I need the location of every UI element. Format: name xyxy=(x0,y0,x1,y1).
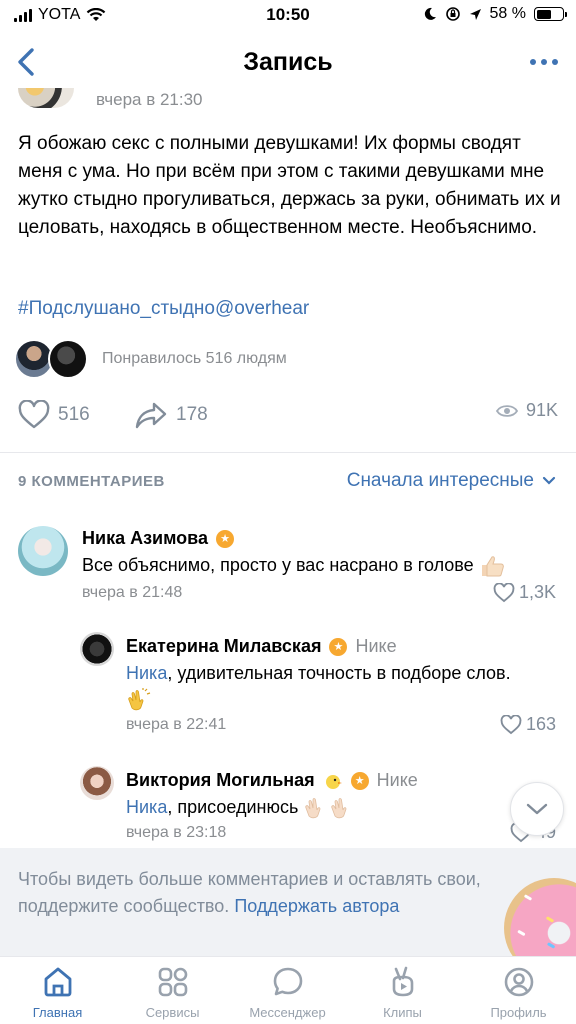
comment-text: Ника, присоединюсь xyxy=(126,794,516,820)
comments-sort-dropdown[interactable]: Сначала интересные xyxy=(347,470,556,492)
like-count: 516 xyxy=(58,404,90,425)
commenter-name[interactable]: Ника Азимова xyxy=(82,528,235,549)
support-author-link[interactable]: Поддержать автора xyxy=(234,896,399,916)
profile-icon xyxy=(504,967,533,997)
commenter-avatar[interactable] xyxy=(80,632,114,666)
post-date: вчера в 21:30 xyxy=(96,90,203,109)
support-banner: Чтобы видеть больше комментариев и остав… xyxy=(0,848,576,956)
commenter-name[interactable]: Виктория Могильная Нике xyxy=(126,770,418,791)
comment-date: вчера в 23:18 xyxy=(126,824,227,841)
reply-to-label[interactable]: Нике xyxy=(355,636,396,657)
donor-star-icon xyxy=(350,771,369,790)
commenter-name-text: Екатерина Милавская xyxy=(126,636,322,656)
scroll-down-button[interactable] xyxy=(510,782,564,836)
tab-clips[interactable]: Клипы xyxy=(345,965,460,1020)
share-count: 178 xyxy=(176,404,208,425)
chick-emoji-icon xyxy=(325,774,342,789)
views-count: 91K xyxy=(525,400,558,420)
liker-avatar xyxy=(48,339,88,379)
post-text: Я обожаю секс с полными девушками! Их фо… xyxy=(18,133,561,238)
chevron-down-icon xyxy=(526,803,548,815)
location-icon xyxy=(469,8,481,20)
comment-reply-item: Екатерина Милавская Нике Ника, удивитель… xyxy=(0,628,576,748)
clapping-hands-emoji-icon xyxy=(305,798,347,819)
liked-by-text: Понравилось 516 людям xyxy=(102,350,287,367)
tab-label: Главная xyxy=(32,1005,83,1020)
comment-like-button[interactable]: 1,3K xyxy=(493,582,556,603)
battery-icon xyxy=(534,7,567,21)
eye-icon xyxy=(495,404,518,417)
status-bar: YOTA 10:50 58 % xyxy=(0,0,576,30)
hashtag-link[interactable]: #Подслушано_стыдно@overhear xyxy=(18,298,309,319)
tab-messenger[interactable]: Мессенджер xyxy=(230,965,345,1020)
post-hashtag: #Подслушано_стыдно@overhear xyxy=(18,298,309,320)
donor-star-icon xyxy=(216,529,235,548)
reply-to-label[interactable]: Нике xyxy=(377,770,418,791)
chevron-down-icon xyxy=(542,476,556,485)
comment-like-count: 1,3K xyxy=(518,582,556,602)
commenter-avatar[interactable] xyxy=(18,526,68,576)
heart-icon xyxy=(18,400,50,429)
comment-text-content: , удивительная точность в подборе слов. xyxy=(167,663,511,683)
more-options-icon[interactable] xyxy=(528,54,560,70)
comment-text-content: Все объяснимо, просто у вас насрано в го… xyxy=(82,555,474,575)
clips-icon xyxy=(392,966,413,997)
tab-profile[interactable]: Профиль xyxy=(461,965,576,1020)
navbar: Запись xyxy=(0,30,576,94)
rotation-lock-icon xyxy=(445,7,460,21)
comment-like-count: 163 xyxy=(525,714,556,734)
home-icon xyxy=(44,967,71,997)
post-author-row: вчера в 21:30 xyxy=(18,88,318,112)
donut-illustration-icon xyxy=(504,878,576,956)
comment-date: вчера в 22:41 xyxy=(126,716,227,733)
battery-percent: 58 % xyxy=(489,5,526,22)
comments-header: 9 КОММЕНТАРИЕВ Сначала интересные xyxy=(0,468,576,496)
comment-item: Ника Азимова Все объяснимо, просто у вас… xyxy=(0,520,576,610)
like-button[interactable]: 516 xyxy=(18,400,90,430)
services-icon xyxy=(158,967,187,997)
tab-services[interactable]: Сервисы xyxy=(115,965,230,1020)
mention-link[interactable]: Ника xyxy=(126,797,167,817)
tab-label: Сервисы xyxy=(145,1005,200,1020)
commenter-name-text: Виктория Могильная xyxy=(126,770,315,790)
commenter-avatar[interactable] xyxy=(80,766,114,800)
tab-bar: Главная Сервисы Мессенджер Клипы Профиль xyxy=(0,956,576,1024)
comment-text-content: , присоединюсь xyxy=(167,797,299,817)
share-icon xyxy=(135,402,167,429)
page-title: Запись xyxy=(243,48,333,76)
comment-text: Все объяснимо, просто у вас насрано в го… xyxy=(82,552,562,578)
comment-text: Ника, удивительная точность в подборе сл… xyxy=(126,660,516,712)
status-right: 58 % xyxy=(423,5,567,23)
tab-label: Мессенджер xyxy=(249,1005,326,1020)
views-counter: 91K xyxy=(495,400,558,421)
comment-like-button[interactable]: 163 xyxy=(500,714,556,735)
battery-fill xyxy=(536,9,551,19)
commenter-name-text: Ника Азимова xyxy=(82,528,209,548)
moon-icon xyxy=(424,7,436,20)
heart-icon xyxy=(493,582,515,602)
commenter-name[interactable]: Екатерина Милавская Нике xyxy=(126,636,397,657)
tab-label: Профиль xyxy=(490,1005,547,1020)
comment-date: вчера в 21:48 xyxy=(82,584,183,601)
share-button[interactable]: 178 xyxy=(134,400,208,430)
comment-reply-item: Виктория Могильная Нике Ника, присоединю… xyxy=(0,762,576,848)
tab-label: Клипы xyxy=(383,1005,422,1020)
mention-link[interactable]: Ника xyxy=(126,663,167,683)
author-avatar[interactable] xyxy=(18,88,74,108)
support-message: Чтобы видеть больше комментариев и остав… xyxy=(18,866,498,920)
thumbs-up-emoji-icon xyxy=(481,556,504,577)
sort-label: Сначала интересные xyxy=(346,470,534,491)
tab-home[interactable]: Главная xyxy=(0,965,115,1020)
comments-count: 9 КОММЕНТАРИЕВ xyxy=(18,473,165,490)
divider xyxy=(0,452,576,453)
post-actions: 516 178 91K xyxy=(0,400,576,440)
messenger-icon xyxy=(273,967,302,996)
donor-star-icon xyxy=(329,637,348,656)
clapping-hands-emoji-icon xyxy=(128,688,151,711)
liked-by-row[interactable]: Понравилось 516 людям xyxy=(14,338,287,380)
heart-icon xyxy=(500,714,522,734)
